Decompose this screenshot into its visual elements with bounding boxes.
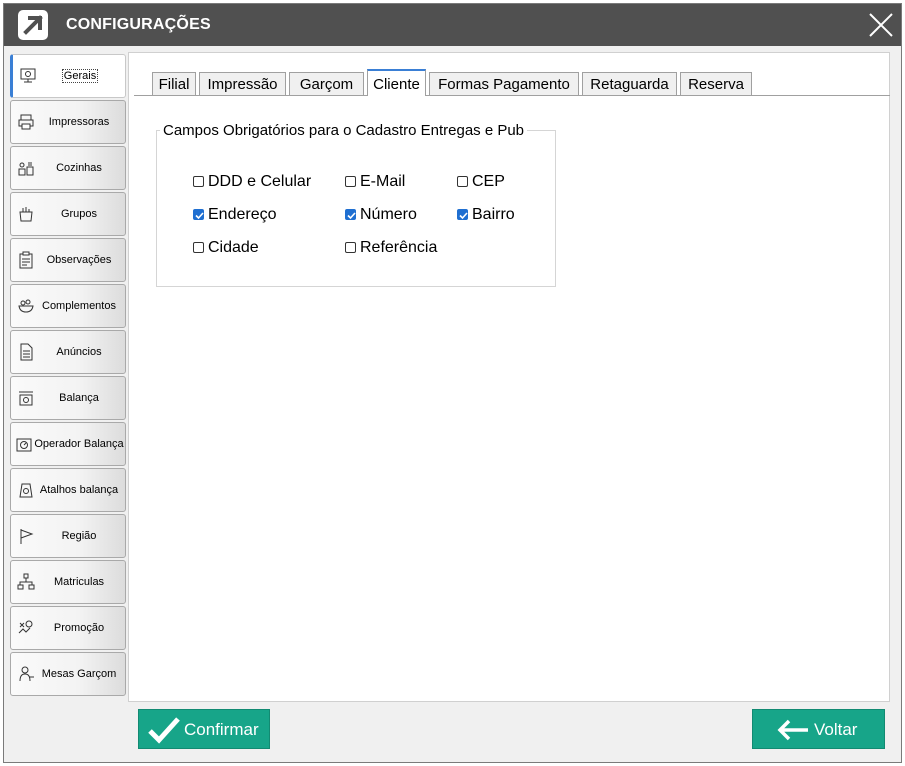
tab-cliente[interactable]: Cliente xyxy=(367,69,426,96)
sidebar: Gerais Impressoras Cozinhas Grupos Obser… xyxy=(7,48,127,752)
sidebar-item-atalhos-balanca[interactable]: Atalhos balança xyxy=(10,468,126,512)
tab-underline xyxy=(134,95,367,96)
title-bar: CONFIGURAÇÕES xyxy=(4,4,901,46)
tab-impressao[interactable]: Impressão xyxy=(199,72,286,95)
checkbox-label: Cidade xyxy=(208,239,259,256)
checkbox-box[interactable] xyxy=(345,176,356,187)
sidebar-item-label: Promoção xyxy=(53,622,105,634)
sidebar-item-observacoes[interactable]: Observações xyxy=(10,238,126,282)
tab-underline xyxy=(426,95,890,96)
sidebar-item-grupos[interactable]: Grupos xyxy=(10,192,126,236)
scale-dial-icon xyxy=(15,435,33,453)
sidebar-item-label: Grupos xyxy=(60,208,98,220)
sidebar-item-regiao[interactable]: Região xyxy=(10,514,126,558)
sidebar-item-cozinhas[interactable]: Cozinhas xyxy=(10,146,126,190)
sidebar-item-matriculas[interactable]: Matriculas xyxy=(10,560,126,604)
sidebar-item-label: Mesas Garçom xyxy=(41,668,117,680)
sidebar-item-label: Atalhos balança xyxy=(39,484,119,496)
checkbox-box[interactable] xyxy=(193,242,204,253)
sidebar-item-impressoras[interactable]: Impressoras xyxy=(10,100,126,144)
app-logo-icon xyxy=(18,10,48,40)
sidebar-item-label: Região xyxy=(61,530,97,542)
checkbox-label: Número xyxy=(360,206,417,223)
sidebar-item-label: Gerais xyxy=(61,69,99,83)
checkbox-label: E-Mail xyxy=(360,173,406,190)
sidebar-item-anuncios[interactable]: Anúncios xyxy=(10,330,126,374)
tab-formas-pagamento[interactable]: Formas Pagamento xyxy=(429,72,579,95)
confirm-button[interactable]: Confirmar xyxy=(138,709,270,749)
arrow-left-icon xyxy=(777,719,808,741)
sidebar-item-label: Matriculas xyxy=(53,576,105,588)
confirm-button-label: Confirmar xyxy=(184,720,259,739)
checkmark-icon xyxy=(148,717,180,744)
sidebar-item-label: Observações xyxy=(46,254,112,266)
sidebar-item-label: Complementos xyxy=(42,300,116,312)
checkbox-box[interactable] xyxy=(457,176,468,187)
checkbox-label: Referência xyxy=(360,239,438,256)
back-button-label: Voltar xyxy=(814,720,858,739)
sidebar-item-label: Operador Balança xyxy=(34,438,124,450)
sidebar-item-mesas-garcom[interactable]: Mesas Garçom xyxy=(10,652,126,696)
window-title: CONFIGURAÇÕES xyxy=(66,16,211,33)
sidebar-item-label: Impressoras xyxy=(48,116,110,128)
sidebar-item-label: Anúncios xyxy=(56,346,102,358)
checkbox-label: DDD e Celular xyxy=(208,173,312,190)
checkbox-label: Endereço xyxy=(208,206,277,223)
checkbox-box[interactable] xyxy=(193,176,204,187)
sidebar-item-label: Balança xyxy=(59,392,99,404)
checkbox-label: CEP xyxy=(472,173,505,190)
sidebar-item-promocao[interactable]: Promoção xyxy=(10,606,126,650)
sidebar-item-complementos[interactable]: Complementos xyxy=(10,284,126,328)
checkmark-icon[interactable] xyxy=(457,209,468,220)
sidebar-item-gerais[interactable]: Gerais xyxy=(10,54,126,98)
sidebar-item-balanca[interactable]: Balança xyxy=(10,376,126,420)
checkmark-icon[interactable] xyxy=(345,209,356,220)
tab-filial[interactable]: Filial xyxy=(152,72,196,95)
group-title: Campos Obrigatórios para o Cadastro Entr… xyxy=(160,122,528,139)
tab-reserva[interactable]: Reserva xyxy=(680,72,752,95)
checkbox-box[interactable] xyxy=(345,242,356,253)
close-icon[interactable] xyxy=(867,11,895,39)
checkmark-icon[interactable] xyxy=(193,209,204,220)
tab-retaguarda[interactable]: Retaguarda xyxy=(582,72,677,95)
tab-garcom[interactable]: Garçom xyxy=(289,72,364,95)
sidebar-item-label: Cozinhas xyxy=(56,162,102,174)
sidebar-item-operador-balanca[interactable]: Operador Balança xyxy=(10,422,126,466)
back-button[interactable]: Voltar xyxy=(752,709,885,749)
checkbox-label: Bairro xyxy=(472,206,515,223)
